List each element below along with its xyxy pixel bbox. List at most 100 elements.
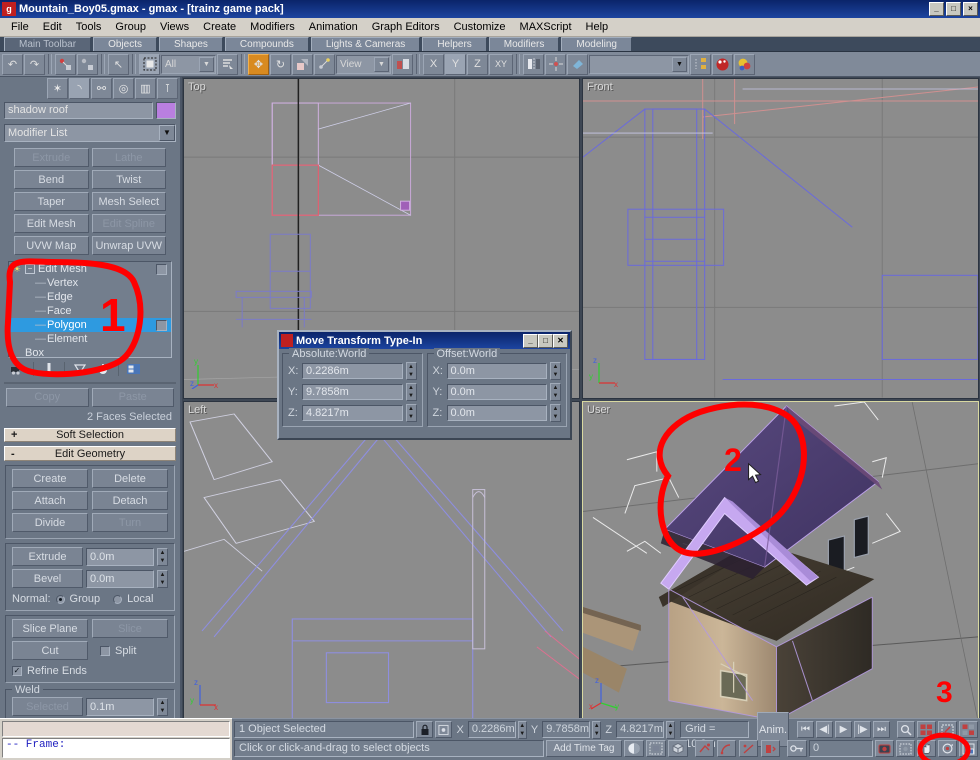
offset-y-field[interactable]: 0.0m: [446, 384, 547, 400]
dialog-maximize-button[interactable]: □: [538, 333, 553, 348]
toolbar-tab-main-toolbar[interactable]: Main Toolbar: [4, 37, 92, 51]
maxscript-input[interactable]: [2, 721, 230, 737]
stack-item-box[interactable]: Box: [9, 346, 171, 357]
coord-z-spinner[interactable]: ▲ ▼: [665, 720, 676, 739]
bevel-spinner[interactable]: ▲ ▼: [157, 569, 168, 588]
bevel-button[interactable]: Bevel: [12, 569, 83, 588]
menu-item-help[interactable]: Help: [579, 19, 616, 35]
toolbar-tab-helpers[interactable]: Helpers: [422, 37, 487, 51]
select-region-mode-icon[interactable]: [646, 740, 666, 757]
stack-item-face[interactable]: — Face: [9, 304, 171, 318]
select-and-scale-button[interactable]: [292, 53, 313, 75]
manipulate-button[interactable]: [314, 53, 335, 75]
modify-tab[interactable]: ◝: [69, 78, 90, 100]
weld-threshold-field[interactable]: 0.1m: [86, 697, 154, 716]
chevron-down-icon[interactable]: ▼: [199, 56, 214, 72]
restrict-to-plane-button[interactable]: XY: [489, 53, 513, 75]
weld-spinner[interactable]: ▲ ▼: [157, 697, 168, 716]
previous-frame-icon[interactable]: ◀|: [815, 721, 833, 738]
modifier-button-lathe[interactable]: Lathe: [91, 148, 166, 168]
zoom-region-icon[interactable]: [958, 721, 978, 738]
go-to-end-icon[interactable]: ⏭: [872, 721, 890, 738]
rollout-soft-selection[interactable]: + Soft Selection: [4, 427, 176, 443]
restrict-to-z-button[interactable]: Z: [467, 53, 488, 75]
snap-3d-icon[interactable]: [695, 740, 714, 757]
split-checkbox[interactable]: [100, 645, 110, 656]
play-animation-icon[interactable]: ▶: [834, 721, 852, 738]
show-end-result-icon[interactable]: [39, 360, 59, 378]
expand-collapse-icon[interactable]: −: [25, 264, 35, 275]
cut-button[interactable]: Cut: [12, 641, 88, 660]
toolbar-tab-shapes[interactable]: Shapes: [158, 37, 223, 51]
named-selection-set-field[interactable]: ▼: [589, 54, 689, 74]
modifier-button-mesh-select[interactable]: Mesh Select: [91, 192, 166, 212]
minimize-button[interactable]: _: [929, 2, 944, 16]
viewport-front[interactable]: Front z x y: [582, 78, 979, 399]
hierarchy-tab[interactable]: ⚯: [91, 78, 112, 100]
unlink-selection-icon[interactable]: [77, 53, 98, 75]
slice-plane-button[interactable]: Slice Plane: [12, 619, 88, 638]
absolute-relative-mode-icon[interactable]: [435, 721, 453, 738]
normal-local-radio[interactable]: [113, 594, 123, 604]
stack-item-polygon[interactable]: — Polygon: [9, 318, 171, 333]
delete-button[interactable]: Delete: [92, 469, 168, 488]
close-button[interactable]: ×: [963, 2, 978, 16]
key-mode-icon[interactable]: [787, 740, 807, 757]
toolbar-tab-compounds[interactable]: Compounds: [224, 37, 309, 51]
modifier-button-edit-mesh[interactable]: Edit Mesh: [14, 214, 89, 234]
coord-y-spinner[interactable]: ▲ ▼: [592, 720, 602, 739]
normal-group-radio[interactable]: [55, 594, 65, 604]
object-name-field[interactable]: shadow roof: [4, 102, 153, 120]
pin-stack-icon[interactable]: [8, 360, 28, 378]
maxscript-mini-listener[interactable]: -- Frame:: [0, 718, 232, 760]
lock-selection-icon[interactable]: [416, 721, 434, 738]
absolute-y-spinner[interactable]: ▲ ▼: [405, 383, 417, 401]
maximize-button[interactable]: □: [946, 2, 961, 16]
snap-percent-icon[interactable]: [739, 740, 758, 757]
next-frame-icon[interactable]: |▶: [853, 721, 871, 738]
chevron-down-icon[interactable]: ▼: [672, 56, 687, 72]
create-button[interactable]: Create: [12, 469, 88, 488]
select-and-rotate-button[interactable]: ↻: [270, 53, 291, 75]
menu-item-views[interactable]: Views: [153, 19, 196, 35]
copy-button[interactable]: Copy: [6, 387, 89, 407]
min-max-toggle-icon[interactable]: [959, 740, 978, 757]
modifier-button-extrude[interactable]: Extrude: [14, 148, 89, 168]
menu-item-edit[interactable]: Edit: [36, 19, 69, 35]
key-filters-icon[interactable]: [896, 740, 915, 757]
chevron-down-icon[interactable]: ▼: [159, 125, 175, 142]
dialog-minimize-button[interactable]: _: [523, 333, 538, 348]
select-region-icon[interactable]: [139, 53, 160, 75]
material-editor-icon[interactable]: [712, 53, 733, 75]
paste-button[interactable]: Paste: [91, 387, 174, 407]
zoom-extents-icon[interactable]: [937, 721, 957, 738]
array-icon[interactable]: [690, 53, 711, 75]
absolute-z-field[interactable]: 4.8217m: [302, 405, 403, 421]
offset-y-spinner[interactable]: ▲ ▼: [550, 383, 561, 401]
absolute-x-field[interactable]: 0.2286m: [302, 363, 403, 379]
modifier-button-twist[interactable]: Twist: [91, 170, 166, 190]
menu-item-tools[interactable]: Tools: [69, 19, 109, 35]
restrict-to-y-button[interactable]: Y: [445, 53, 466, 75]
refine-ends-checkbox[interactable]: ✓: [12, 666, 22, 676]
divide-button[interactable]: Divide: [12, 513, 88, 532]
toolbar-tab-modeling[interactable]: Modeling: [561, 37, 632, 51]
object-color-swatch[interactable]: [156, 102, 176, 120]
bevel-amount-field[interactable]: 0.0m: [86, 569, 154, 588]
coord-z-field[interactable]: 4.8217m: [616, 721, 664, 738]
modifier-button-taper[interactable]: Taper: [14, 192, 89, 212]
modifier-stack[interactable]: ☀ − Edit Mesh — Vertex — Edge — Face — Polygon — Ele…: [8, 261, 172, 358]
stack-checkbox[interactable]: [156, 320, 167, 332]
restrict-to-x-button[interactable]: X: [423, 53, 444, 75]
turn-button[interactable]: Turn: [92, 513, 168, 532]
snap-spinner-icon[interactable]: [761, 740, 780, 757]
slice-button[interactable]: Slice: [92, 619, 168, 638]
pan-icon[interactable]: [917, 740, 936, 757]
modifier-button-edit-spline[interactable]: Edit Spline: [91, 214, 166, 234]
remove-modifier-icon[interactable]: [93, 360, 113, 378]
menu-item-create[interactable]: Create: [196, 19, 243, 35]
go-to-start-icon[interactable]: ⏮: [796, 721, 814, 738]
offset-z-spinner[interactable]: ▲ ▼: [550, 404, 561, 422]
toolbar-tab-lights-cameras[interactable]: Lights & Cameras: [310, 37, 421, 51]
coord-y-field[interactable]: 9.7858m: [542, 721, 591, 738]
